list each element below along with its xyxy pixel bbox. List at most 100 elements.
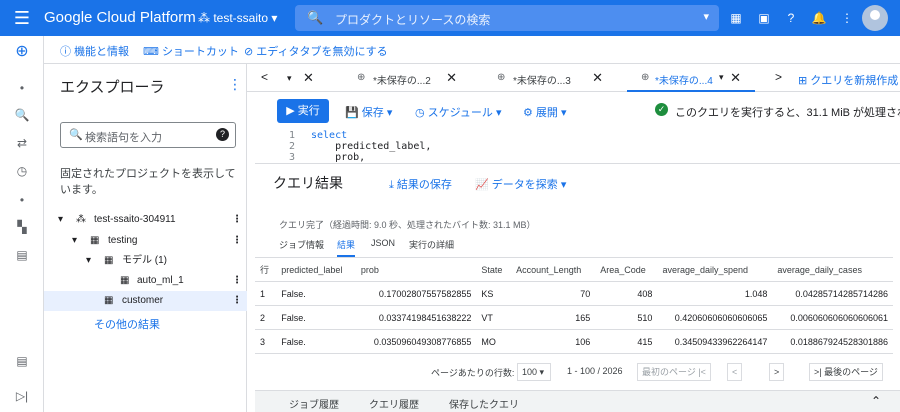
expand-rail-icon[interactable]: ▷| bbox=[10, 384, 34, 408]
table-cell: 165 bbox=[511, 305, 596, 330]
chevron-up-icon[interactable]: ⌃ bbox=[871, 394, 881, 408]
explorer-search-input[interactable]: 🔍 検索語句を入力 ? bbox=[60, 122, 236, 148]
transfer-icon[interactable]: ⇄ bbox=[10, 131, 34, 155]
column-header[interactable]: 行 bbox=[255, 257, 277, 282]
release-notes-icon[interactable]: ▤ bbox=[10, 349, 34, 373]
caret-down-icon[interactable]: ▾ bbox=[58, 210, 63, 230]
column-header[interactable]: prob bbox=[355, 257, 477, 282]
tree-item-dataset[interactable]: ▾ ▦ testing ⋮ bbox=[44, 231, 247, 251]
query-icon: ⊕ bbox=[641, 72, 650, 83]
tree-item-table[interactable]: ▦ customer ⋮ bbox=[44, 291, 247, 311]
new-query-button[interactable]: ⊞ クエリを新規作成 bbox=[798, 72, 898, 88]
tab-query-history[interactable]: クエリ履歴 bbox=[369, 396, 419, 411]
product-search-bar[interactable]: 🔍 プロダクトとリソースの検索 ▾ bbox=[295, 5, 719, 31]
dot-icon[interactable]: • bbox=[10, 188, 34, 212]
chevron-down-icon[interactable]: ▾ bbox=[719, 72, 724, 83]
more-vert-icon[interactable]: ⋮ bbox=[232, 231, 242, 251]
table-cell: 0.34509433962264147 bbox=[657, 329, 773, 354]
rows-per-page-select[interactable]: 100 ▾ bbox=[517, 363, 551, 381]
table-cell: False. bbox=[276, 305, 356, 330]
more-vert-icon[interactable]: ⋮ bbox=[232, 291, 242, 311]
tab-query-3[interactable]: ⊕ *未保存の...3 ✕ bbox=[495, 64, 605, 92]
shortcuts-button[interactable]: ⌨ ショートカット bbox=[143, 43, 239, 59]
disable-editor-tabs-button[interactable]: ⊘ エディタタブを無効にする bbox=[244, 43, 388, 59]
column-header[interactable]: Area_Code bbox=[595, 257, 658, 282]
hamburger-menu-icon[interactable]: ☰ bbox=[12, 8, 32, 28]
dashboard-icon[interactable]: ▚ bbox=[10, 215, 34, 239]
cloud-shell-icon[interactable]: ▣ bbox=[755, 9, 773, 27]
tab-results[interactable]: 結果 bbox=[337, 238, 356, 257]
save-results-button[interactable]: ⤓ 結果の保存 bbox=[389, 176, 452, 192]
close-icon[interactable]: ✕ bbox=[592, 70, 603, 86]
search-placeholder: プロダクトとリソースの検索 bbox=[335, 13, 491, 27]
sql-editor[interactable]: 1 select 2 predicted_label, 3 prob, bbox=[255, 128, 900, 164]
run-button[interactable]: ▶ 実行 bbox=[277, 99, 329, 123]
help-icon[interactable]: ? bbox=[216, 128, 229, 141]
bigquery-logo-icon[interactable]: ⊕ bbox=[10, 40, 34, 64]
notifications-icon[interactable]: 🔔 bbox=[810, 9, 828, 27]
tab-json[interactable]: JSON bbox=[371, 238, 395, 248]
prev-page-button[interactable]: < bbox=[727, 363, 743, 381]
table-cell: 106 bbox=[511, 329, 596, 354]
features-info-button[interactable]: ⓘ 機能と情報 bbox=[60, 43, 129, 59]
tree-item-models[interactable]: ▾ ▦ モデル (1) bbox=[44, 251, 247, 271]
code-line: prob, bbox=[311, 152, 366, 163]
chevron-left-icon[interactable]: < bbox=[261, 70, 268, 84]
more-vert-icon[interactable]: ⋮ bbox=[838, 9, 856, 27]
caret-down-icon[interactable]: ▾ bbox=[72, 231, 77, 251]
expand-button[interactable]: ⚙ 展開 ▾ bbox=[523, 104, 567, 120]
table-icon: ▦ bbox=[104, 295, 114, 306]
explore-data-button[interactable]: 📈 データを探索 ▾ bbox=[475, 176, 566, 192]
dot-icon[interactable]: • bbox=[10, 76, 34, 100]
clock-icon[interactable]: ◷ bbox=[10, 159, 34, 183]
chevron-right-icon[interactable]: > bbox=[775, 70, 782, 84]
more-vert-icon[interactable]: ⋮ bbox=[228, 76, 242, 93]
pagination-bar: ページあたりの行数: 100 ▾ 1 - 100 / 2026 最初のページ |… bbox=[255, 360, 893, 386]
table-icon[interactable]: ▤ bbox=[10, 243, 34, 267]
tab-job-history[interactable]: ジョブ履歴 bbox=[289, 396, 339, 411]
chevron-down-icon[interactable]: ▾ bbox=[703, 10, 709, 23]
help-icon[interactable]: ? bbox=[782, 9, 800, 27]
brand-title[interactable]: Google Cloud Platform bbox=[44, 8, 196, 28]
last-page-button[interactable]: >| 最後のページ bbox=[809, 363, 883, 381]
more-vert-icon[interactable]: ⋮ bbox=[232, 210, 242, 230]
tree-item-model[interactable]: ▦ auto_ml_1 ⋮ bbox=[44, 271, 247, 291]
tab-execution-details[interactable]: 実行の詳細 bbox=[409, 238, 454, 251]
more-results-link[interactable]: その他の結果 bbox=[94, 316, 160, 332]
save-button[interactable]: 💾 保存 ▾ bbox=[345, 104, 392, 120]
tree-item-project[interactable]: ▾ ⁂ test-ssaito-304911 ⋮ bbox=[44, 210, 247, 230]
table-cell: MO bbox=[476, 329, 512, 354]
project-selector[interactable]: ⁂ test-ssaito ▾ bbox=[198, 10, 277, 26]
tab-query-4[interactable]: ⊕ *未保存の...4 ▾ ✕ bbox=[627, 64, 755, 92]
avatar[interactable] bbox=[862, 5, 888, 31]
query-icon: ⊕ bbox=[497, 72, 506, 83]
schedule-button[interactable]: ◷ スケジュール ▾ bbox=[415, 104, 501, 120]
more-vert-icon[interactable]: ⋮ bbox=[232, 271, 242, 291]
editor-tabs: < ▾ ✕ ⊕ *未保存の...2 ✕ ⊕ *未保存の...3 ✕ ⊕ *未保存… bbox=[247, 64, 900, 92]
caret-down-icon[interactable]: ▾ bbox=[86, 251, 91, 271]
next-page-button[interactable]: > bbox=[769, 363, 785, 381]
search-icon[interactable]: 🔍 bbox=[10, 103, 34, 127]
table-row: 3 False. 0.035096049308776855 MO 106 415… bbox=[255, 329, 893, 354]
table-cell: 0.17002807557582855 bbox=[355, 281, 477, 306]
column-header[interactable]: average_daily_spend bbox=[657, 257, 773, 282]
close-icon[interactable]: ✕ bbox=[730, 70, 741, 86]
tab-query-2[interactable]: ⊕ *未保存の...2 ✕ bbox=[355, 64, 459, 92]
close-icon[interactable]: ✕ bbox=[446, 70, 457, 86]
column-header[interactable]: predicted_label bbox=[276, 257, 356, 282]
close-icon[interactable]: ✕ bbox=[303, 70, 314, 86]
query-estimate-text: このクエリを実行すると、31.1 MiB が処理されます。 bbox=[675, 107, 900, 119]
models-folder-icon: ▦ bbox=[104, 255, 114, 266]
tab-job-info[interactable]: ジョブ情報 bbox=[279, 238, 324, 251]
query-icon: ⊕ bbox=[357, 72, 366, 83]
tab-saved-queries[interactable]: 保存したクエリ bbox=[449, 396, 519, 411]
gift-icon[interactable]: ▦ bbox=[727, 9, 745, 27]
dataset-icon: ▦ bbox=[90, 235, 100, 246]
column-header[interactable]: average_daily_cases bbox=[772, 257, 893, 282]
column-header[interactable]: State bbox=[476, 257, 512, 282]
column-header[interactable]: Account_Length bbox=[511, 257, 596, 282]
table-cell: 0.42060606060606065 bbox=[657, 305, 773, 330]
history-tabs: ジョブ履歴 クエリ履歴 保存したクエリ ⌃ bbox=[255, 390, 900, 412]
chevron-down-icon[interactable]: ▾ bbox=[287, 73, 292, 84]
first-page-button[interactable]: 最初のページ |< bbox=[637, 363, 711, 381]
